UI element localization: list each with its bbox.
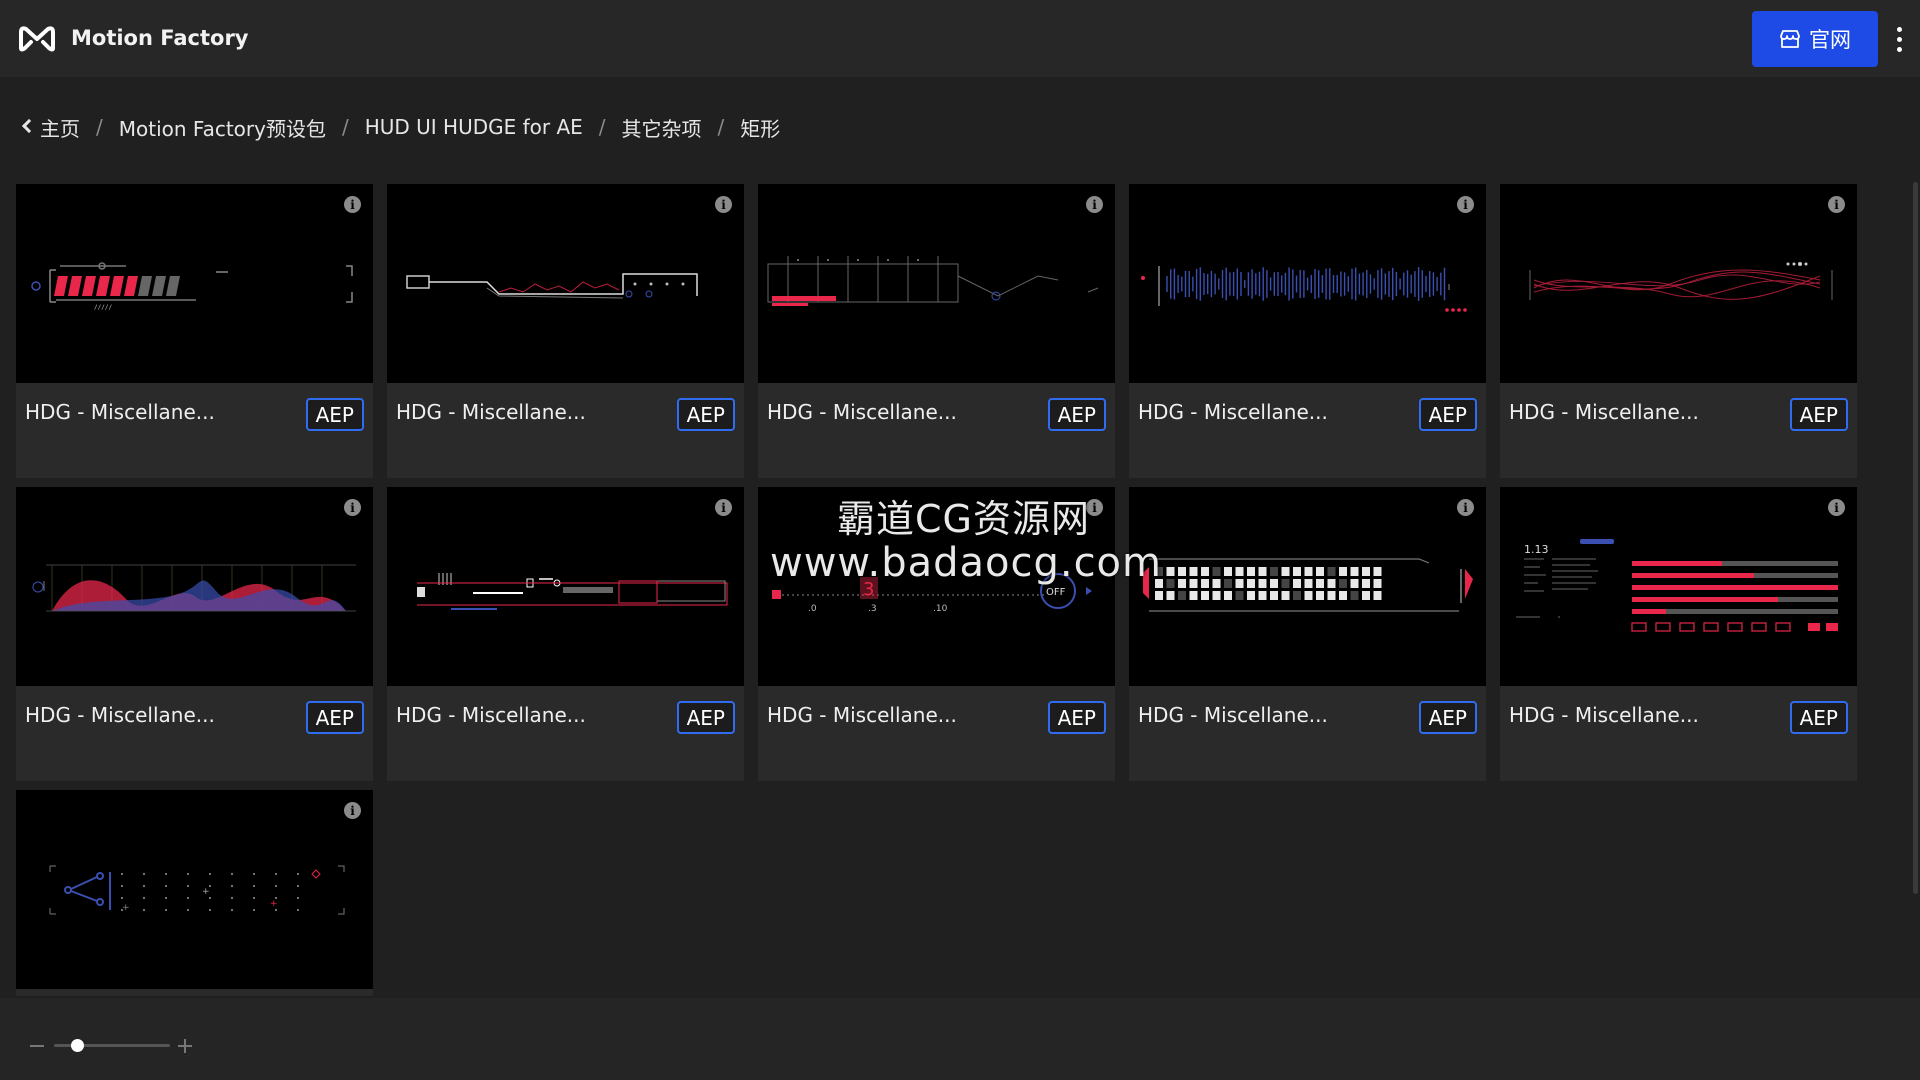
official-site-label: 官网 — [1809, 28, 1851, 52]
zoom-in-icon[interactable] — [178, 1039, 192, 1053]
format-badge: AEP — [1789, 701, 1848, 734]
asset-card[interactable]: i HDG - Miscellane... AEP — [16, 487, 373, 781]
asset-title: HDG - Miscellane... — [767, 703, 957, 727]
asset-card[interactable]: i HDG - Miscellane... AEP — [387, 184, 744, 478]
breadcrumb: 主页 / Motion Factory预设包 / HUD UI HUDGE fo… — [20, 112, 780, 142]
footer-bar — [0, 998, 1920, 1080]
thumb-number: 3 — [863, 579, 874, 600]
asset-thumbnail: i — [758, 184, 1115, 383]
svg-text:+: + — [202, 887, 210, 897]
asset-title: HDG - Miscellane... — [767, 400, 957, 424]
breadcrumb-separator: / — [717, 115, 725, 139]
motion-factory-logo-icon[interactable] — [18, 22, 56, 54]
info-icon[interactable]: i — [1086, 196, 1103, 213]
storefront-icon — [1780, 30, 1800, 48]
format-badge: AEP — [676, 701, 735, 734]
format-badge: AEP — [1047, 701, 1106, 734]
breadcrumb-hud-ui[interactable]: HUD UI HUDGE for AE — [365, 115, 583, 139]
asset-thumbnail: 1.13 i — [1500, 487, 1857, 686]
info-icon[interactable]: i — [344, 499, 361, 516]
format-badge: AEP — [1418, 398, 1477, 431]
top-bar: Motion Factory 官网 — [0, 0, 1920, 77]
asset-card[interactable]: 1.13 i HDG - Miscellane... AEP — [1500, 487, 1857, 781]
thumb-tick: .3 — [868, 604, 877, 614]
asset-title: HDG - Miscellane... — [1509, 703, 1699, 727]
svg-text://///: ///// — [94, 304, 112, 311]
info-icon[interactable]: i — [715, 499, 732, 516]
format-badge: AEP — [305, 701, 364, 734]
thumb-off-label: OFF — [1046, 587, 1066, 598]
asset-card[interactable]: i HDG - Miscellane... AEP — [1129, 184, 1486, 478]
format-badge: AEP — [676, 398, 735, 431]
asset-title: HDG - Miscellane... — [1138, 703, 1328, 727]
info-icon[interactable]: i — [1457, 196, 1474, 213]
asset-card[interactable]: 3 .0 .3 .10 OFF i HDG - Miscellane... AE… — [758, 487, 1115, 781]
format-badge: AEP — [1418, 701, 1477, 734]
breadcrumb-separator: / — [341, 115, 349, 139]
info-icon[interactable]: i — [715, 196, 732, 213]
asset-title: HDG - Miscellane... — [25, 703, 215, 727]
info-icon[interactable]: i — [344, 196, 361, 213]
asset-title: HDG - Miscellane... — [396, 400, 586, 424]
app-title[interactable]: Motion Factory — [71, 26, 249, 50]
info-icon[interactable]: i — [1086, 499, 1103, 516]
asset-title: HDG - Miscellane... — [1509, 400, 1699, 424]
breadcrumb-separator: / — [598, 115, 606, 139]
info-icon[interactable]: i — [1828, 196, 1845, 213]
info-icon[interactable]: i — [1457, 499, 1474, 516]
format-badge: AEP — [1047, 398, 1106, 431]
asset-thumbnail: i — [1500, 184, 1857, 383]
asset-thumbnail: i — [387, 184, 744, 383]
asset-thumbnail: i — [1129, 184, 1486, 383]
format-badge: AEP — [305, 398, 364, 431]
asset-thumbnail: + + + i — [16, 790, 373, 989]
breadcrumb-preset-pack[interactable]: Motion Factory预设包 — [119, 113, 326, 142]
asset-thumbnail: ///// i — [16, 184, 373, 383]
breadcrumb-home[interactable]: 主页 — [40, 113, 80, 142]
zoom-out-icon[interactable] — [30, 1045, 44, 1047]
asset-thumbnail: i — [16, 487, 373, 686]
kebab-menu-icon[interactable] — [1890, 22, 1908, 56]
asset-card[interactable]: i HDG - Miscellane... AEP — [387, 487, 744, 781]
svg-text:+: + — [122, 903, 130, 913]
breadcrumb-misc[interactable]: 其它杂项 — [622, 113, 702, 142]
info-icon[interactable]: i — [344, 802, 361, 819]
asset-thumbnail: 3 .0 .3 .10 OFF i — [758, 487, 1115, 686]
asset-thumbnail: i — [387, 487, 744, 686]
asset-card[interactable]: i HDG - Miscellane... AEP — [1500, 184, 1857, 478]
asset-thumbnail: i — [1129, 487, 1486, 686]
chevron-left-icon[interactable] — [21, 118, 37, 134]
asset-card[interactable]: ///// i HDG - Miscellane... AEP — [16, 184, 373, 478]
asset-card[interactable]: i HDG - Miscellane... AEP — [758, 184, 1115, 478]
asset-title: HDG - Miscellane... — [25, 400, 215, 424]
asset-title: HDG - Miscellane... — [396, 703, 586, 727]
asset-card[interactable]: + + + i — [16, 790, 373, 996]
format-badge: AEP — [1789, 398, 1848, 431]
svg-text:+: + — [270, 899, 278, 909]
thumb-tick: .10 — [933, 604, 948, 614]
asset-card[interactable]: i HDG - Miscellane... AEP — [1129, 487, 1486, 781]
asset-title: HDG - Miscellane... — [1138, 400, 1328, 424]
vertical-scrollbar[interactable] — [1913, 182, 1918, 894]
breadcrumb-rectangle[interactable]: 矩形 — [740, 113, 780, 142]
thumb-value: 1.13 — [1524, 543, 1549, 556]
breadcrumb-separator: / — [96, 115, 103, 139]
thumb-tick: .0 — [808, 604, 817, 614]
official-site-button[interactable]: 官网 — [1752, 11, 1878, 67]
info-icon[interactable]: i — [1828, 499, 1845, 516]
